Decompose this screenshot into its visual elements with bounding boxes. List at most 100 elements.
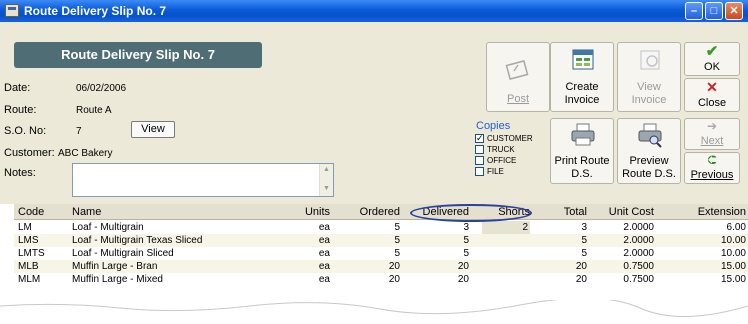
next-button[interactable]: ➔ Next xyxy=(684,118,740,150)
cell-name[interactable]: Muffin Large - Mixed xyxy=(72,273,292,286)
col-total-header[interactable]: Total xyxy=(544,206,587,218)
cell-shorts[interactable]: 2 xyxy=(482,221,530,234)
cell-name[interactable]: Loaf - Multigrain xyxy=(72,221,292,234)
post-button[interactable]: Post xyxy=(486,42,550,112)
previous-button[interactable]: ⮈ Previous xyxy=(684,152,740,184)
col-ordered-header[interactable]: Ordered xyxy=(344,206,400,218)
notes-scrollbar[interactable]: ▲ ▼ xyxy=(319,164,333,196)
maximize-button[interactable]: □ xyxy=(705,2,723,20)
cell-total[interactable]: 20 xyxy=(544,273,587,286)
cell-code[interactable]: LMTS xyxy=(18,247,68,260)
table-row[interactable]: LM Loaf - Multigrain ea 5 3 2 3 2.0000 6.00 xyxy=(14,221,748,234)
date-label: Date: xyxy=(4,82,31,94)
cell-unit-cost[interactable]: 0.7500 xyxy=(594,260,654,273)
checkbox-icon xyxy=(475,156,484,165)
view-invoice-button[interactable]: View Invoice xyxy=(617,42,681,112)
copy-file-checkbox[interactable]: FILE xyxy=(475,166,543,177)
copy-truck-checkbox[interactable]: TRUCK xyxy=(475,144,543,155)
cell-ordered[interactable]: 5 xyxy=(344,234,400,247)
col-units-header[interactable]: Units xyxy=(294,206,330,218)
route-label: Route: xyxy=(4,104,37,116)
date-value: 06/02/2006 xyxy=(76,83,127,94)
app-icon[interactable] xyxy=(5,4,19,17)
cell-unit-cost[interactable]: 0.7500 xyxy=(594,273,654,286)
cell-total[interactable]: 20 xyxy=(544,260,587,273)
checkbox-checked-icon xyxy=(475,133,484,144)
cell-total[interactable]: 5 xyxy=(544,234,587,247)
preview-route-ds-button[interactable]: Preview Route D.S. xyxy=(617,118,681,184)
col-extension-header[interactable]: Extension xyxy=(664,206,746,218)
x-icon: ✕ xyxy=(706,79,718,95)
cell-delivered[interactable]: 5 xyxy=(412,234,469,247)
previous-arrow-icon: ⮈ xyxy=(707,153,717,167)
cell-delivered[interactable]: 20 xyxy=(412,273,469,286)
title-bar[interactable]: Route Delivery Slip No. 7 – □ ✕ xyxy=(0,0,748,22)
slip-banner: Route Delivery Slip No. 7 xyxy=(14,42,262,68)
table-row[interactable]: LMS Loaf - Multigrain Texas Sliced ea 5 5 5 2.… xyxy=(14,234,748,247)
cell-code[interactable]: LMS xyxy=(18,234,68,247)
close-button[interactable]: ✕ Close xyxy=(684,78,740,112)
cell-ordered[interactable]: 20 xyxy=(344,260,400,273)
cell-extension[interactable]: 15.00 xyxy=(664,273,746,286)
post-icon xyxy=(505,59,529,81)
checkbox-icon xyxy=(475,167,484,176)
scroll-up-icon[interactable]: ▲ xyxy=(323,166,330,173)
checkbox-icon xyxy=(475,145,484,154)
cell-code[interactable]: MLM xyxy=(18,273,68,286)
cell-delivered[interactable]: 5 xyxy=(412,247,469,260)
table-row[interactable]: MLB Muffin Large - Bran ea 20 20 20 0.7500 15.0… xyxy=(14,260,748,273)
cell-ordered[interactable]: 20 xyxy=(344,273,400,286)
cell-extension[interactable]: 6.00 xyxy=(664,221,746,234)
cell-code[interactable]: MLB xyxy=(18,260,68,273)
cell-extension[interactable]: 10.00 xyxy=(664,234,746,247)
table-row[interactable]: MLM Muffin Large - Mixed ea 20 20 20 0.7500 15.… xyxy=(14,273,748,286)
copies-group: Copies CUSTOMER TRUCK OFFICE FILE xyxy=(472,120,542,184)
scroll-down-icon[interactable]: ▼ xyxy=(323,185,330,192)
view-so-button[interactable]: View xyxy=(131,121,175,138)
customer-label: Customer: xyxy=(4,147,55,159)
cell-units[interactable]: ea xyxy=(294,260,330,273)
so-number-label: S.O. No: xyxy=(4,125,47,137)
cell-unit-cost[interactable]: 2.0000 xyxy=(594,234,654,247)
copy-customer-checkbox[interactable]: CUSTOMER xyxy=(475,133,543,144)
cell-units[interactable]: ea xyxy=(294,221,330,234)
ok-button[interactable]: ✔ OK xyxy=(684,42,740,76)
cell-name[interactable]: Muffin Large - Bran xyxy=(72,260,292,273)
slip-form: Route Delivery Slip No. 7 Date: 06/02/20… xyxy=(0,22,748,204)
cell-ordered[interactable]: 5 xyxy=(344,221,400,234)
next-arrow-icon: ➔ xyxy=(706,119,718,133)
cell-extension[interactable]: 15.00 xyxy=(664,260,746,273)
close-window-button[interactable]: ✕ xyxy=(725,2,743,20)
minimize-button[interactable]: – xyxy=(685,2,703,20)
route-value: Route A xyxy=(76,105,112,116)
copy-office-checkbox[interactable]: OFFICE xyxy=(475,155,543,166)
notes-field[interactable]: ▲ ▼ xyxy=(72,163,334,197)
cell-ordered[interactable]: 5 xyxy=(344,247,400,260)
cell-total[interactable]: 3 xyxy=(544,221,587,234)
check-icon: ✔ xyxy=(705,43,719,60)
print-route-ds-button[interactable]: Print Route D.S. xyxy=(550,118,614,184)
cell-delivered[interactable]: 3 xyxy=(412,221,469,234)
col-name-header[interactable]: Name xyxy=(72,206,101,218)
cell-units[interactable]: ea xyxy=(294,273,330,286)
cell-name[interactable]: Loaf - Multigrain Sliced xyxy=(72,247,292,260)
route-delivery-slip-window: Route Delivery Slip No. 7 – □ ✕ Route De… xyxy=(0,0,748,324)
table-row[interactable]: LMTS Loaf - Multigrain Sliced ea 5 5 5 2.0000 1… xyxy=(14,247,748,260)
create-invoice-icon xyxy=(572,49,594,70)
torn-edge xyxy=(0,300,748,324)
notes-label: Notes: xyxy=(4,167,36,179)
cell-total[interactable]: 5 xyxy=(544,247,587,260)
col-code-header[interactable]: Code xyxy=(18,206,44,218)
col-unit-cost-header[interactable]: Unit Cost xyxy=(594,206,654,218)
create-invoice-button[interactable]: Create Invoice xyxy=(550,42,614,112)
copies-title: Copies xyxy=(476,120,511,132)
cell-unit-cost[interactable]: 2.0000 xyxy=(594,247,654,260)
highlight-oval xyxy=(410,204,532,222)
cell-delivered[interactable]: 20 xyxy=(412,260,469,273)
cell-unit-cost[interactable]: 2.0000 xyxy=(594,221,654,234)
cell-extension[interactable]: 10.00 xyxy=(664,247,746,260)
cell-code[interactable]: LM xyxy=(18,221,68,234)
cell-name[interactable]: Loaf - Multigrain Texas Sliced xyxy=(72,234,292,247)
cell-units[interactable]: ea xyxy=(294,247,330,260)
cell-units[interactable]: ea xyxy=(294,234,330,247)
